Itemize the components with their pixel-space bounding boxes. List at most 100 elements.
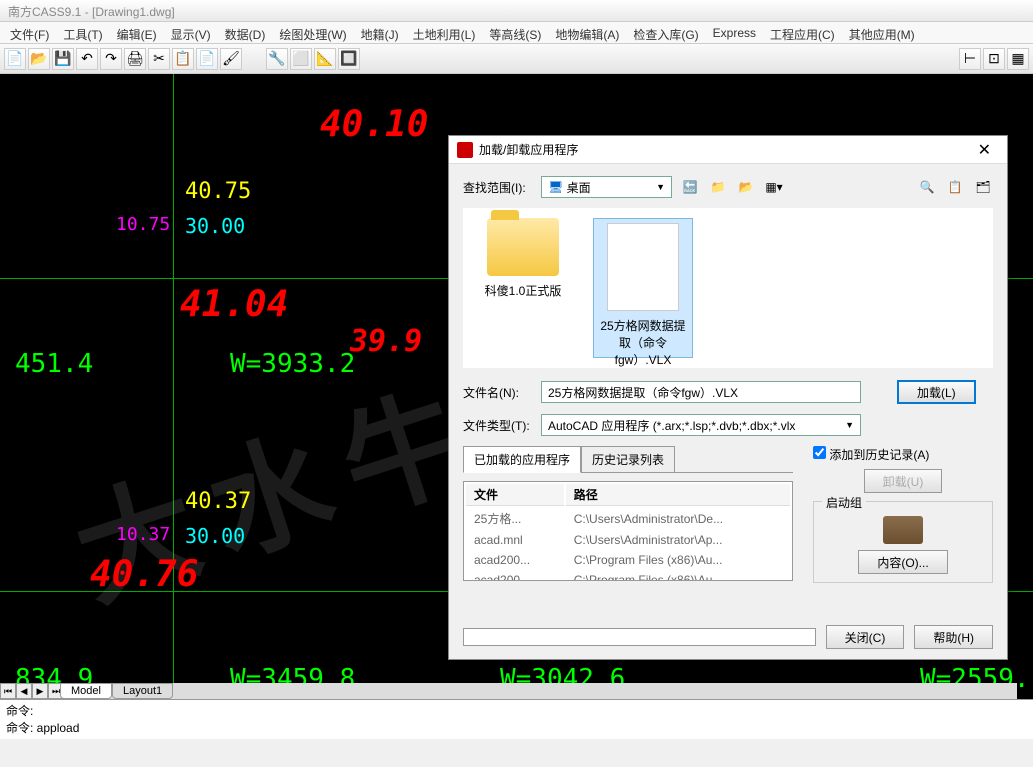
elevation-text: 39.9 xyxy=(350,324,422,359)
dialog-title: 加载/卸载应用程序 xyxy=(479,141,578,158)
chevron-down-icon: ▼ xyxy=(845,420,854,430)
dim-icon[interactable]: ⊢ xyxy=(959,48,981,70)
print-icon[interactable]: 🖨 xyxy=(124,48,146,70)
menu-data[interactable]: 数据(D) xyxy=(219,24,272,41)
tool2-icon[interactable]: ⬜ xyxy=(290,48,312,70)
title-bar: 南方CASS9.1 - [Drawing1.dwg] xyxy=(0,0,1033,22)
loaded-list[interactable]: 文件路径 25方格...C:\Users\Administrator\De...… xyxy=(463,481,793,581)
elevation-text: 40.75 xyxy=(185,179,251,204)
grid-icon[interactable]: ▦ xyxy=(1007,48,1029,70)
folder-icon xyxy=(487,218,559,276)
elevation-text: 10.37 xyxy=(116,524,170,545)
tool-b-icon[interactable]: 🗂 xyxy=(973,177,993,197)
startup-group: 启动组 内容(O)... xyxy=(813,501,993,583)
addhistory-checkbox[interactable]: 添加到历史记录(A) xyxy=(813,448,929,462)
scroll-left-icon[interactable]: ◀ xyxy=(16,683,32,699)
lookin-value: 桌面 xyxy=(567,179,591,196)
tool3-icon[interactable]: 📐 xyxy=(314,48,336,70)
filetype-combo[interactable]: AutoCAD 应用程序 (*.arx;*.lsp;*.dvb;*.dbx;*.… xyxy=(541,414,861,436)
table-row[interactable]: acad.mnlC:\Users\Administrator\Ap... xyxy=(466,531,790,549)
desktop-icon: 🖥 xyxy=(548,180,563,194)
menu-cadastre[interactable]: 地籍(J) xyxy=(355,24,405,41)
lookin-label: 查找范围(I): xyxy=(463,179,533,196)
table-row[interactable]: acad200...C:\Program Files (x86)\Au... xyxy=(466,571,790,581)
tab-model[interactable]: Model xyxy=(60,683,112,699)
tab-history[interactable]: 历史记录列表 xyxy=(581,446,675,473)
elevation-text: 30.00 xyxy=(185,524,245,548)
menu-landuse[interactable]: 土地利用(L) xyxy=(407,24,482,41)
new-icon[interactable]: 📄 xyxy=(4,48,26,70)
snap-icon[interactable]: ⊡ xyxy=(983,48,1005,70)
filetype-label: 文件类型(T): xyxy=(463,417,533,434)
elevation-text: W=3933.2 xyxy=(230,349,355,379)
help-button[interactable]: 帮助(H) xyxy=(914,625,993,649)
crosshair-vertical xyxy=(173,74,174,699)
cut-icon[interactable]: ✂ xyxy=(148,48,170,70)
elevation-text: 40.76 xyxy=(90,554,198,595)
chevron-down-icon: ▼ xyxy=(656,182,665,192)
menu-tools[interactable]: 工具(T) xyxy=(57,24,108,41)
menu-view[interactable]: 显示(V) xyxy=(165,24,217,41)
file-icon xyxy=(607,223,679,311)
paste-icon[interactable]: 📄 xyxy=(196,48,218,70)
menu-draw[interactable]: 绘图处理(W) xyxy=(273,24,352,41)
cmd-line-2: 命令: appload xyxy=(6,719,1027,736)
up-icon[interactable]: 📁 xyxy=(708,177,728,197)
elevation-text: 40.37 xyxy=(185,489,251,514)
startup-label: 启动组 xyxy=(822,494,866,511)
copy-icon[interactable]: 📋 xyxy=(172,48,194,70)
menu-other[interactable]: 其他应用(M) xyxy=(843,24,921,41)
app-icon xyxy=(457,142,473,158)
save-icon[interactable]: 💾 xyxy=(52,48,74,70)
menu-edit[interactable]: 编辑(E) xyxy=(111,24,163,41)
newfolder-icon[interactable]: 📂 xyxy=(736,177,756,197)
cmd-line-1: 命令: xyxy=(6,702,1027,719)
table-row[interactable]: 25方格...C:\Users\Administrator\De... xyxy=(466,508,790,529)
scroll-right-icon[interactable]: ▶ xyxy=(32,683,48,699)
elevation-text: 30.00 xyxy=(185,214,245,238)
find-icon[interactable]: 🔍 xyxy=(917,177,937,197)
redo-icon[interactable]: ↷ xyxy=(100,48,122,70)
open-icon[interactable]: 📂 xyxy=(28,48,50,70)
filename-label: 文件名(N): xyxy=(463,384,533,401)
status-progress xyxy=(463,628,816,646)
elevation-text: 41.04 xyxy=(180,284,288,325)
menu-contour[interactable]: 等高线(S) xyxy=(483,24,547,41)
briefcase-icon xyxy=(883,516,923,544)
views-icon[interactable]: ▦▾ xyxy=(764,177,784,197)
match-icon[interactable]: 🖌 xyxy=(220,48,242,70)
menu-check[interactable]: 检查入库(G) xyxy=(627,24,704,41)
col-path: 路径 xyxy=(566,484,790,506)
table-row[interactable]: acad200...C:\Program Files (x86)\Au... xyxy=(466,551,790,569)
file-label: 25方格网数据提取（命令fgw）.VLX xyxy=(598,317,688,368)
menu-engineering[interactable]: 工程应用(C) xyxy=(764,24,841,41)
scrollbar-horizontal[interactable]: ⏮ ◀ ▶ ⏭ Model Layout1 xyxy=(0,683,1017,699)
elevation-text: 10.75 xyxy=(116,214,170,235)
contents-button[interactable]: 内容(O)... xyxy=(858,550,947,574)
load-button[interactable]: 加载(L) xyxy=(897,380,976,404)
file-item-selected[interactable]: 25方格网数据提取（命令fgw）.VLX xyxy=(593,218,693,358)
filename-input[interactable] xyxy=(541,381,861,403)
dialog-titlebar[interactable]: 加载/卸载应用程序 ✕ xyxy=(449,136,1007,164)
unload-button: 卸载(U) xyxy=(864,469,943,493)
elevation-text: 451.4 xyxy=(15,349,93,379)
elevation-text: 40.10 xyxy=(320,104,428,145)
menu-objedit[interactable]: 地物编辑(A) xyxy=(549,24,625,41)
close-button[interactable]: 关闭(C) xyxy=(826,625,905,649)
folder-item[interactable]: 科傻1.0正式版 xyxy=(473,218,573,358)
command-line[interactable]: 命令: 命令: appload xyxy=(0,699,1033,739)
file-list[interactable]: 科傻1.0正式版 25方格网数据提取（命令fgw）.VLX xyxy=(463,208,993,368)
menu-express[interactable]: Express xyxy=(707,24,762,41)
undo-icon[interactable]: ↶ xyxy=(76,48,98,70)
col-file: 文件 xyxy=(466,484,564,506)
close-icon[interactable]: ✕ xyxy=(970,140,999,160)
tab-loaded[interactable]: 已加载的应用程序 xyxy=(463,446,581,473)
lookin-combo[interactable]: 🖥 桌面 ▼ xyxy=(541,176,672,198)
tool4-icon[interactable]: 🔲 xyxy=(338,48,360,70)
scroll-first-icon[interactable]: ⏮ xyxy=(0,683,16,699)
tool-a-icon[interactable]: 📋 xyxy=(945,177,965,197)
tool-icon[interactable]: 🔧 xyxy=(266,48,288,70)
back-icon[interactable]: 🔙 xyxy=(680,177,700,197)
menu-file[interactable]: 文件(F) xyxy=(4,24,55,41)
tab-layout1[interactable]: Layout1 xyxy=(112,683,173,699)
